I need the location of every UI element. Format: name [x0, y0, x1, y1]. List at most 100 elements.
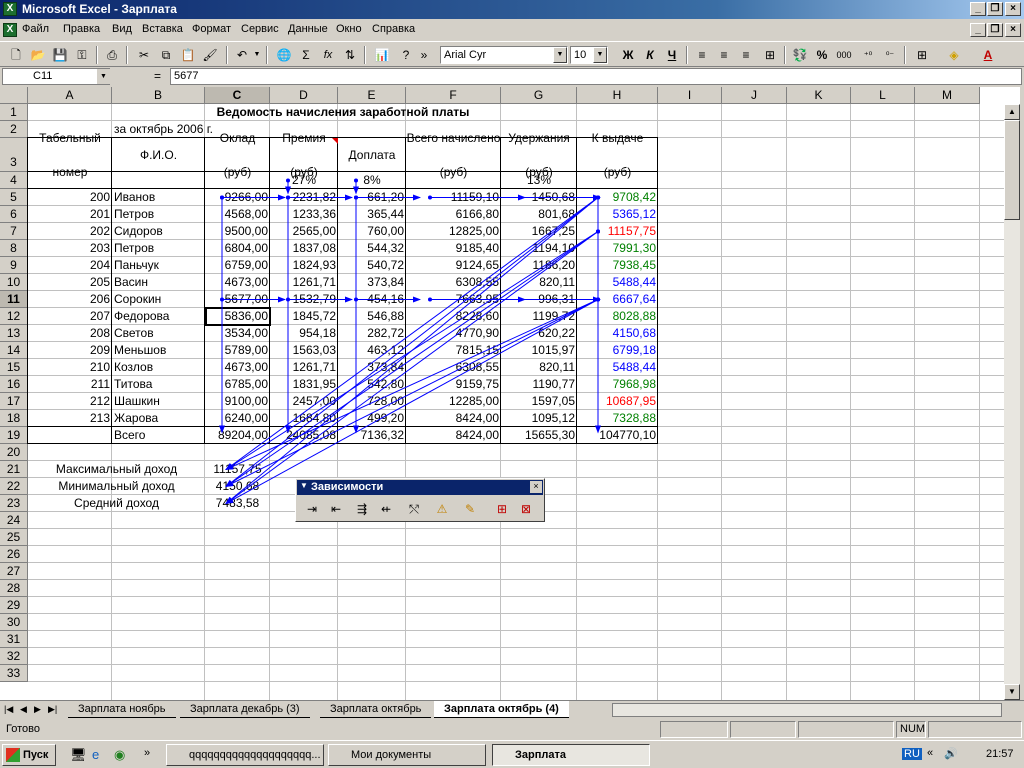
palette-menu-icon[interactable]: ▼ — [300, 481, 308, 490]
copy-icon[interactable]: ⧉ — [156, 46, 176, 64]
scroll-thumb[interactable] — [1004, 120, 1020, 220]
task-excel-zarplata[interactable]: Зарплата — [492, 744, 650, 766]
save-icon[interactable]: 💾 — [50, 46, 70, 64]
excel-app-icon[interactable]: X — [3, 2, 17, 16]
font-color-icon[interactable]: A — [978, 46, 998, 64]
remove-all-arrows-icon[interactable]: ⤲ — [404, 499, 424, 519]
undo-icon[interactable]: ↶ — [232, 46, 252, 64]
menu-view[interactable]: Вид — [112, 23, 132, 35]
underline-button[interactable]: Ч — [662, 46, 682, 64]
borders-icon[interactable]: ⊞ — [912, 46, 932, 64]
status-box-1 — [660, 721, 728, 738]
align-center-icon[interactable]: ≡ — [714, 46, 734, 64]
clear-validation-circles-icon[interactable]: ⊠ — [516, 499, 536, 519]
menu-insert[interactable]: Вставка — [142, 23, 183, 35]
palette-close-icon[interactable]: × — [530, 481, 542, 493]
start-button[interactable]: Пуск — [2, 744, 56, 766]
vertical-scrollbar[interactable]: ▲ ▼ — [1004, 104, 1020, 700]
scroll-down-icon[interactable]: ▼ — [1004, 684, 1020, 700]
currency-icon[interactable]: 💱 — [790, 46, 810, 64]
align-left-icon[interactable]: ≡ — [692, 46, 712, 64]
prev-sheet-icon[interactable]: ◀ — [20, 704, 27, 715]
language-indicator[interactable]: RU — [902, 748, 922, 760]
more-buttons-icon[interactable]: » — [418, 46, 430, 64]
quicklaunch-more-icon[interactable]: » — [144, 747, 150, 759]
quicklaunch-desktop-icon[interactable]: 🖥 — [70, 747, 87, 763]
num-lock-indicator: NUM — [896, 721, 926, 738]
formula-input[interactable]: 5677 — [170, 68, 1022, 85]
italic-button[interactable]: К — [640, 46, 660, 64]
doc-minimize-button[interactable]: _ — [970, 23, 986, 37]
menu-edit[interactable]: Правка — [63, 23, 100, 35]
close-button[interactable]: × — [1005, 2, 1021, 16]
worksheet-grid[interactable]: ABCDEFGHIJKLM 1 2 3 4 5 6 7 8 9 10 11 12 13 14 15 16 17 1… — [0, 87, 1020, 700]
undo-dropdown-icon[interactable]: ▼ — [252, 46, 262, 64]
windows-logo-icon — [6, 748, 20, 762]
tray-volume-icon[interactable]: 🔊 — [944, 747, 958, 760]
menu-help[interactable]: Справка — [372, 23, 415, 35]
tab-nov[interactable]: Зарплата ноябрь — [68, 701, 176, 718]
function-icon[interactable]: fx — [318, 46, 338, 64]
tab-dec3[interactable]: Зарплата декабрь (3) — [180, 701, 310, 718]
decrease-decimal-icon[interactable]: ⁰⁻ — [880, 46, 900, 64]
scroll-up-icon[interactable]: ▲ — [1004, 104, 1020, 120]
restore-button[interactable]: ❐ — [987, 2, 1003, 16]
workbook-icon[interactable]: X — [3, 23, 17, 37]
menu-format[interactable]: Формат — [192, 23, 231, 35]
quicklaunch-app-icon[interactable]: ◉ — [114, 747, 125, 763]
arrow-origin-dot — [428, 297, 432, 302]
dependency-arrow — [225, 231, 599, 471]
thousands-button[interactable]: 000 — [834, 46, 854, 64]
arrow-origin-dot — [428, 195, 432, 200]
autosum-icon[interactable]: Σ — [296, 46, 316, 64]
increase-decimal-icon[interactable]: ⁺⁰ — [858, 46, 878, 64]
permission-icon[interactable]: ⚿ — [72, 46, 92, 64]
minimize-button[interactable]: _ — [970, 2, 986, 16]
palette-title[interactable]: Зависимости — [297, 480, 543, 495]
trace-error-icon[interactable]: ⚠ — [432, 499, 452, 519]
trace-dependents-icon[interactable]: ⇶ — [352, 499, 372, 519]
format-painter-icon[interactable]: 🖌 — [200, 46, 220, 64]
fill-color-icon[interactable]: ◈ — [944, 46, 964, 64]
trace-precedents-icon[interactable]: ⇥ — [302, 499, 322, 519]
bold-button[interactable]: Ж — [618, 46, 638, 64]
dependency-arrow — [225, 197, 599, 488]
circle-invalid-data-icon[interactable]: ⊞ — [492, 499, 512, 519]
new-icon[interactable]: 🗋 — [6, 46, 26, 64]
doc-close-button[interactable]: × — [1005, 23, 1021, 37]
help-icon[interactable]: ? — [396, 46, 416, 64]
menu-file[interactable]: Файл — [22, 23, 49, 35]
menu-service[interactable]: Сервис — [241, 23, 279, 35]
menu-window[interactable]: Окно — [336, 23, 362, 35]
remove-dependent-arrows-icon[interactable]: ⇷ — [376, 499, 396, 519]
first-sheet-icon[interactable]: |◀ — [4, 704, 13, 715]
dependencies-toolbar: Зависимости ▼ × ⇥ ⇤ ⇶ ⇷ ⤲ ⚠ ✎ ⊞ ⊠ — [295, 478, 545, 522]
horizontal-scrollbar[interactable] — [612, 703, 1002, 717]
percent-button[interactable]: % — [812, 46, 832, 64]
cut-icon[interactable]: ✂ — [134, 46, 154, 64]
quicklaunch-ie-icon[interactable]: e — [92, 747, 99, 762]
task-my-documents[interactable]: Мои документы — [328, 744, 486, 766]
task-word-document[interactable]: qqqqqqqqqqqqqqqqqqqq... — [166, 744, 324, 766]
tab-oct[interactable]: Зарплата октябрь — [320, 701, 432, 718]
sort-icon[interactable]: ⇅ — [340, 46, 360, 64]
hyperlink-icon[interactable]: 🌐 — [274, 46, 294, 64]
paste-icon[interactable]: 📋 — [178, 46, 198, 64]
align-right-icon[interactable]: ≡ — [736, 46, 756, 64]
print-icon[interactable]: ⎙ — [102, 46, 122, 64]
doc-restore-button[interactable]: ❐ — [987, 23, 1003, 37]
font-name-select[interactable]: Arial Cyr ▼ — [440, 46, 568, 64]
remove-precedent-arrows-icon[interactable]: ⇤ — [326, 499, 346, 519]
name-box[interactable]: C11 ▼ — [2, 68, 110, 85]
chart-icon[interactable]: 📊 — [372, 46, 392, 64]
menu-data[interactable]: Данные — [288, 23, 328, 35]
last-sheet-icon[interactable]: ▶| — [48, 704, 57, 715]
window-title: Microsoft Excel - Зарплата — [22, 2, 177, 16]
tab-oct4[interactable]: Зарплата октябрь (4) — [434, 701, 569, 718]
merge-center-icon[interactable]: ⊞ — [760, 46, 780, 64]
next-sheet-icon[interactable]: ▶ — [34, 704, 41, 715]
new-comment-icon[interactable]: ✎ — [460, 499, 480, 519]
font-size-select[interactable]: 10 ▼ — [570, 46, 608, 64]
tray-expand-icon[interactable]: « — [927, 747, 933, 759]
open-icon[interactable]: 📂 — [28, 46, 48, 64]
